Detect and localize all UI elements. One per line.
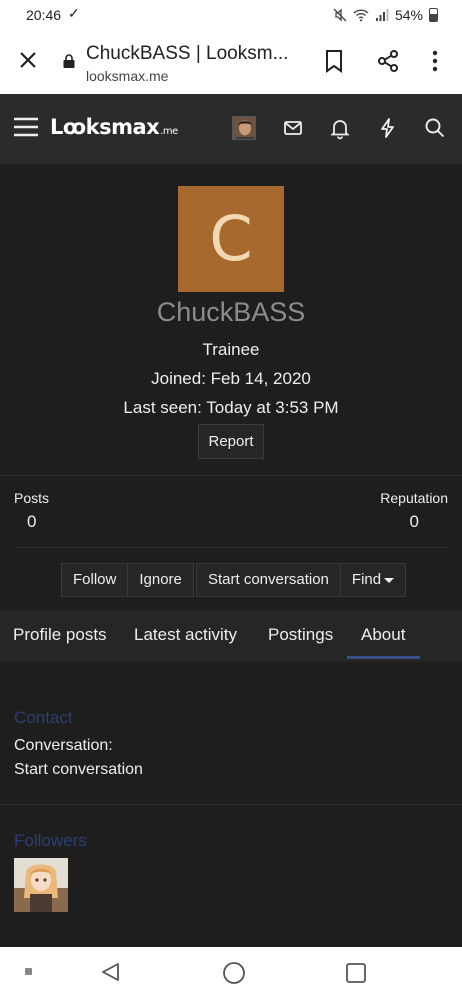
page-title[interactable]: ChuckBASS | Looksm... — [86, 43, 288, 65]
battery-icon — [429, 8, 438, 22]
divider — [14, 547, 448, 548]
follow-ignore-group: Follow Ignore — [61, 563, 194, 597]
contact-heading: Contact — [14, 708, 73, 727]
reputation-label: Reputation — [380, 490, 448, 506]
conversation-find-group: Start conversation Find — [196, 563, 407, 597]
hamburger-icon[interactable] — [14, 116, 38, 138]
tab-profile-posts[interactable]: Profile posts — [13, 625, 107, 645]
download-done-icon: ✓ — [68, 5, 80, 21]
tab-latest-activity[interactable]: Latest activity — [134, 625, 237, 645]
active-tab-indicator — [347, 656, 420, 659]
status-time: 20:46 — [26, 7, 62, 23]
tab-postings[interactable]: Postings — [268, 625, 333, 645]
user-avatar[interactable] — [232, 116, 256, 140]
profile-card: C ChuckBASS Trainee Joined: Feb 14, 2020… — [0, 164, 462, 610]
report-button[interactable]: Report — [198, 424, 264, 459]
mute-icon — [333, 8, 347, 22]
nav-dot-icon — [25, 968, 32, 975]
share-icon[interactable] — [376, 49, 400, 73]
ignore-button[interactable]: Ignore — [127, 564, 193, 596]
lock-icon — [63, 54, 75, 68]
wifi-icon — [353, 9, 369, 22]
tab-about[interactable]: About — [361, 625, 405, 645]
page-url[interactable]: looksmax.me — [86, 68, 168, 84]
bookmark-icon[interactable] — [324, 49, 344, 73]
follow-button[interactable]: Follow — [62, 564, 127, 596]
back-icon[interactable] — [99, 961, 121, 983]
about-section: Contact Conversation: Start conversation… — [0, 662, 462, 947]
reputation-value: 0 — [409, 512, 419, 531]
follower-avatar[interactable] — [14, 858, 68, 912]
bell-icon[interactable] — [328, 116, 352, 140]
profile-user-title: Trainee — [202, 340, 260, 359]
status-icons: 54% — [333, 7, 438, 23]
mail-icon[interactable] — [281, 116, 305, 140]
profile-username: ChuckBASS — [156, 297, 306, 327]
divider — [0, 475, 462, 476]
browser-toolbar: ChuckBASS | Looksm... looksmax.me — [0, 32, 462, 94]
signal-icon — [375, 9, 389, 21]
status-bar: 20:46 ✓ 54% — [0, 0, 462, 32]
system-nav-bar — [0, 947, 462, 1000]
close-icon[interactable] — [16, 48, 40, 72]
battery-percent: 54% — [394, 7, 423, 23]
posts-label: Posts — [14, 490, 50, 506]
bolt-icon[interactable] — [376, 116, 400, 140]
site-header: Lꝏksmax.me — [0, 94, 462, 164]
divider — [0, 804, 462, 805]
site-logo-tld: .me — [160, 126, 178, 137]
profile-last-seen: Last seen: Today at 3:53 PM — [123, 398, 339, 417]
search-icon[interactable] — [423, 116, 447, 140]
conversation-label: Conversation: — [14, 737, 113, 754]
profile-avatar[interactable]: C — [178, 186, 284, 292]
start-conversation-button[interactable]: Start conversation — [197, 564, 340, 596]
recent-apps-icon[interactable] — [345, 962, 367, 984]
posts-value[interactable]: 0 — [27, 512, 36, 532]
home-icon[interactable] — [222, 961, 246, 985]
find-label: Find — [351, 571, 382, 588]
start-conversation-link[interactable]: Start conversation — [14, 761, 143, 779]
site-logo[interactable]: Lꝏksmax.me — [50, 115, 178, 139]
profile-joined: Joined: Feb 14, 2020 — [151, 369, 311, 388]
profile-tabs: Profile posts Latest activity Postings A… — [0, 610, 462, 662]
caret-down-icon — [384, 577, 395, 583]
find-button[interactable]: Find — [339, 564, 405, 596]
followers-heading: Followers — [14, 831, 87, 850]
more-vert-icon[interactable] — [430, 50, 440, 72]
site-logo-text: Lꝏksmax — [50, 115, 160, 139]
